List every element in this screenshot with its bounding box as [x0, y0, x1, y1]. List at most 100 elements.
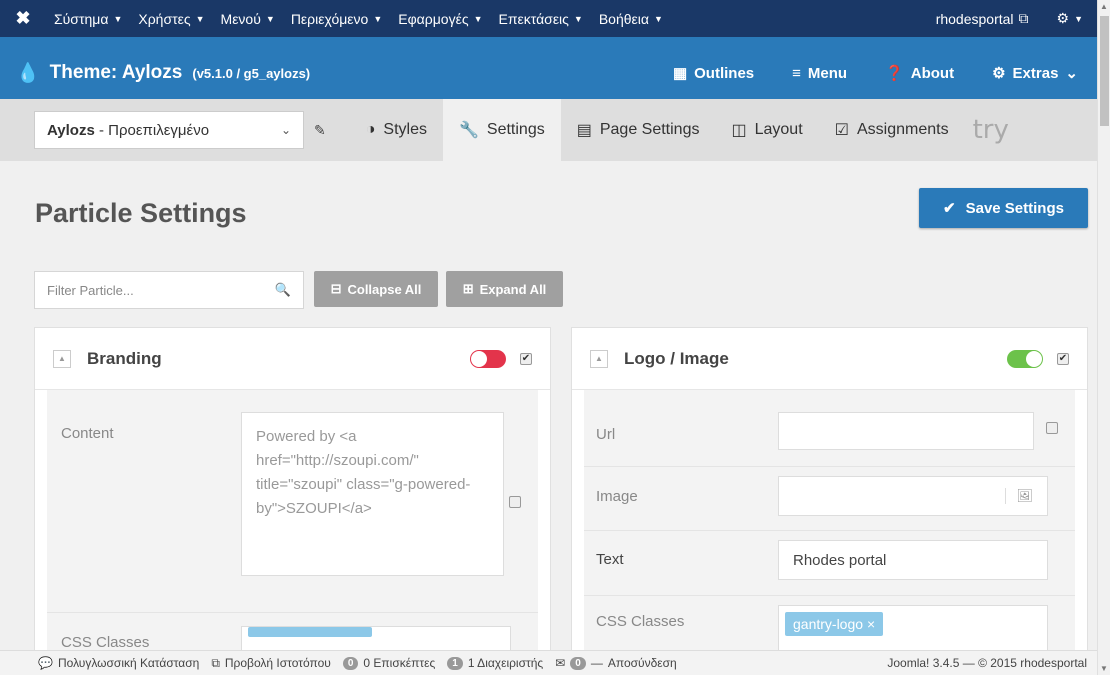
logo-image-card: ▲ Logo / Image ✔ Url Image 🖼 Text Rhodes…: [571, 327, 1088, 657]
image-input[interactable]: 🖼: [778, 476, 1048, 516]
nav-label: About: [910, 64, 955, 82]
menu-components[interactable]: Εφαρμογές ▼: [390, 11, 490, 27]
collapse-arrow-icon[interactable]: ▲: [590, 349, 608, 368]
status-label: Προβολή Ιστοτόπου: [224, 656, 331, 670]
vertical-scrollbar[interactable]: ▲ ▼: [1097, 0, 1110, 675]
caret-down-icon: ▼: [473, 13, 483, 24]
override-checkbox[interactable]: ✔: [1057, 352, 1069, 365]
branding-card: ▲ Branding ✔ Content Powered by <a href=…: [34, 327, 551, 657]
menu-users[interactable]: Χρήστες ▼: [130, 11, 212, 27]
gear-icon: ⚙: [992, 65, 1006, 82]
expand-all-button[interactable]: ⊞ Expand All: [446, 271, 563, 307]
list-icon: ▤: [576, 122, 592, 139]
gear-icon: ⚙: [1056, 10, 1070, 26]
card-header: ▲ Logo / Image ✔: [572, 328, 1087, 390]
pencil-icon[interactable]: ✎: [314, 122, 326, 139]
drop-icon: 💧: [16, 63, 40, 84]
version-text: Joomla! 3.4.5 — © 2015 rhodesportal: [887, 656, 1087, 670]
tab-assignments[interactable]: ☑ Assignments: [819, 99, 965, 161]
menu-menus[interactable]: Μενού ▼: [213, 11, 283, 27]
enable-toggle[interactable]: [470, 349, 506, 368]
caret-down-icon: ▼: [654, 13, 663, 24]
tab-settings[interactable]: 🔧 Settings: [442, 99, 561, 161]
css-tag: gantry-logo ×: [785, 612, 884, 636]
menu-content[interactable]: Περιεχόμενο ▼: [283, 11, 390, 27]
tab-styles[interactable]: ◑ Styles: [350, 99, 443, 161]
chevron-down-icon: ⌄: [1065, 65, 1078, 82]
messages-badge: 0: [570, 656, 586, 670]
menu-help[interactable]: Βοήθεια ▼: [591, 11, 671, 27]
joomla-icon[interactable]: ✖: [0, 8, 46, 29]
divider: [584, 530, 1075, 531]
button-label: Expand All: [479, 281, 547, 297]
nav-label: Menu: [807, 64, 848, 82]
tab-label: Settings: [486, 121, 545, 138]
content-override-checkbox[interactable]: [509, 496, 521, 508]
filter-particle-input[interactable]: Filter Particle... 🔍: [34, 271, 304, 309]
site-name: rhodesportal: [935, 10, 1014, 27]
close-icon[interactable]: ×: [867, 616, 875, 632]
menu-label: Βοήθεια: [598, 10, 649, 27]
image-picker-icon[interactable]: 🖼: [1005, 488, 1033, 504]
comment-icon: 💬: [38, 656, 53, 670]
settings-menu[interactable]: ⚙ ▼: [1043, 10, 1097, 27]
scroll-up-icon[interactable]: ▲: [1100, 2, 1108, 11]
enable-toggle[interactable]: [1007, 349, 1043, 368]
status-label: 0 Επισκέπτες: [363, 656, 436, 670]
menu-label: Επεκτάσεις: [498, 10, 569, 27]
menu-extensions[interactable]: Επεκτάσεις ▼: [491, 11, 591, 27]
text-input[interactable]: Rhodes portal: [778, 540, 1048, 580]
messages-status[interactable]: ✉ 0 — Αποσύνδεση: [555, 656, 677, 670]
collapse-arrow-icon[interactable]: ▲: [53, 349, 71, 368]
url-label: Url: [596, 426, 616, 443]
status-label: 1 Διαχειριστής: [467, 656, 544, 670]
tab-label: Layout: [754, 121, 803, 138]
check-icon: ✔: [943, 200, 956, 217]
hamburger-icon: ≡: [792, 64, 801, 82]
card-title: Logo / Image: [624, 348, 729, 368]
content-textarea[interactable]: Powered by <a href="http://szoupi.com/" …: [241, 412, 504, 576]
save-settings-button[interactable]: ✔ Save Settings: [919, 188, 1088, 228]
tab-label: Assignments: [856, 121, 949, 138]
css-classes-label: CSS Classes: [61, 634, 150, 651]
multilang-status[interactable]: 💬 Πολυγλωσσική Κατάσταση: [38, 656, 199, 670]
tab-label: Page Settings: [599, 121, 700, 138]
nav-extras[interactable]: ⚙ Extras ⌄: [973, 64, 1097, 83]
columns-icon: ◫: [731, 122, 747, 139]
admins-status[interactable]: 1 1 Διαχειριστής: [447, 656, 543, 670]
wrench-icon: 🔧: [458, 122, 479, 139]
plus-square-icon: ⊞: [462, 281, 474, 296]
card-body: Url Image 🖼 Text Rhodes portal CSS Class…: [584, 390, 1075, 657]
nav-about[interactable]: ❓ About: [866, 64, 973, 83]
menu-system[interactable]: Σύστημα ▼: [46, 11, 130, 27]
tab-page-settings[interactable]: ▤ Page Settings: [561, 99, 716, 161]
theme-title: 💧 Theme: Aylozs (v5.1.0 / g5_aylozs): [0, 61, 310, 85]
menu-label: Σύστημα: [54, 10, 109, 27]
nav-label: Extras: [1012, 64, 1059, 82]
visitors-status[interactable]: 0 0 Επισκέπτες: [342, 656, 436, 670]
url-input[interactable]: [778, 412, 1034, 450]
nav-outlines[interactable]: ▦ Outlines: [654, 64, 773, 83]
admin-menubar: ✖ Σύστημα ▼ Χρήστες ▼ Μενού ▼ Περιεχόμενο ▼ …: [0, 0, 1097, 37]
scroll-down-icon[interactable]: ▼: [1100, 664, 1108, 673]
caret-down-icon: ▼: [1074, 13, 1083, 24]
outline-select[interactable]: Aylozs - Προεπιλεγμένο ⌄: [34, 111, 304, 149]
outline-name: Aylozs: [47, 121, 95, 139]
grid-icon: ▦: [672, 65, 688, 82]
theme-name: Theme: Aylozs: [49, 62, 183, 83]
nav-menu[interactable]: ≡ Menu: [773, 65, 866, 82]
visitors-badge: 0: [342, 656, 359, 670]
logout-label: Αποσύνδεση: [607, 656, 677, 670]
override-checkbox[interactable]: ✔: [520, 352, 532, 365]
scroll-thumb[interactable]: [1100, 16, 1109, 126]
collapse-all-button[interactable]: ⊟ Collapse All: [314, 271, 438, 307]
status-label: Πολυγλωσσική Κατάσταση: [57, 656, 200, 670]
url-override-checkbox[interactable]: [1046, 422, 1058, 434]
try-logo: try: [972, 115, 1009, 145]
tab-layout[interactable]: ◫ Layout: [715, 99, 818, 161]
caret-down-icon: ▼: [113, 13, 123, 24]
site-link[interactable]: rhodesportal ⧉: [922, 10, 1043, 27]
check-square-icon: ☑: [834, 122, 849, 139]
content-label: Content: [61, 425, 114, 442]
view-site-link[interactable]: ⧉ Προβολή Ιστοτόπου: [211, 656, 331, 671]
